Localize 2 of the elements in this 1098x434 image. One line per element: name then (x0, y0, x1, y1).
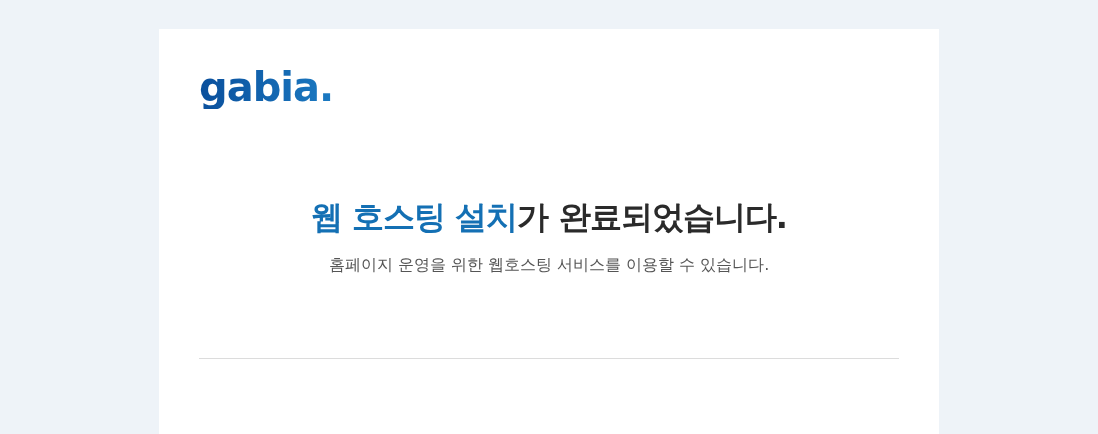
subtitle: 홈페이지 운영을 위한 웹호스팅 서비스를 이용할 수 있습니다. (327, 254, 771, 276)
heading: 웹 호스팅 설치가 완료되었습니다. (310, 197, 788, 238)
